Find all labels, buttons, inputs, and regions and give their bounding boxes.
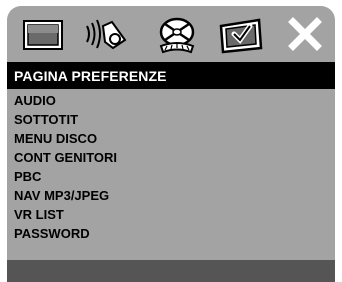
menu-item-subtitle[interactable]: SOTTOTIT (7, 110, 335, 129)
preferences-menu: AUDIO SOTTOTIT MENU DISCO CONT GENITORI … (7, 91, 335, 243)
settings-tab-bar (7, 6, 335, 61)
menu-item-password[interactable]: PASSWORD (7, 224, 335, 243)
menu-item-mp3-jpeg-nav[interactable]: NAV MP3/JPEG (7, 186, 335, 205)
menu-item-audio[interactable]: AUDIO (7, 91, 335, 110)
disc-icon[interactable] (153, 12, 201, 58)
tv-screen-icon[interactable] (19, 12, 67, 58)
close-icon[interactable] (281, 12, 329, 58)
menu-item-pbc[interactable]: PBC (7, 167, 335, 186)
menu-item-vr-list[interactable]: VR LIST (7, 205, 335, 224)
menu-item-disc-menu[interactable]: MENU DISCO (7, 129, 335, 148)
preferences-check-icon[interactable] (217, 12, 265, 58)
status-footer-bar (7, 260, 335, 282)
page-title: PAGINA PREFERENZE (7, 62, 335, 89)
settings-osd-panel: PAGINA PREFERENZE AUDIO SOTTOTIT MENU DI… (7, 6, 335, 282)
menu-item-parental[interactable]: CONT GENITORI (7, 148, 335, 167)
speaker-sound-icon[interactable] (83, 12, 131, 58)
